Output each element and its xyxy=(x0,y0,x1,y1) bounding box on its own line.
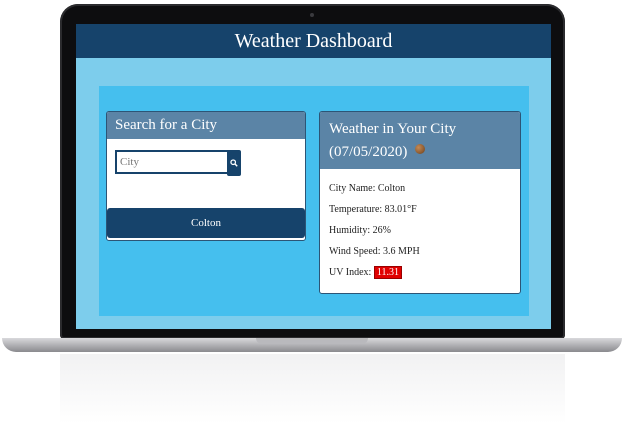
app-title: Weather Dashboard xyxy=(234,30,393,52)
search-card-header: Search for a City xyxy=(107,112,305,139)
humidity-text: Humidity: 26% xyxy=(329,225,391,236)
search-row xyxy=(115,150,241,176)
search-icon xyxy=(230,159,238,167)
weather-date: (07/05/2020) xyxy=(329,144,408,160)
laptop-screen: Weather Dashboard Search for a City Colt… xyxy=(76,24,551,329)
uv-index-badge: 11.31 xyxy=(373,266,402,279)
temperature-text: Temperature: 83.01°F xyxy=(329,204,417,215)
weather-details: City Name: Colton Temperature: 83.01°F H… xyxy=(320,169,520,288)
uv-index-row: UV Index: 11.31 xyxy=(329,266,520,288)
laptop-reflection xyxy=(60,354,565,424)
history-city-label: Colton xyxy=(191,217,221,229)
weather-card-title: Weather in Your City xyxy=(329,121,457,137)
wind-speed-text: Wind Speed: 3.6 MPH xyxy=(329,246,420,257)
uv-index-label: UV Index: xyxy=(329,267,374,278)
weather-card: Weather in Your City (07/05/2020) City N… xyxy=(319,111,521,294)
app-header: Weather Dashboard xyxy=(76,24,551,58)
city-search-input[interactable] xyxy=(115,150,231,174)
weather-card-header: Weather in Your City (07/05/2020) xyxy=(320,112,520,169)
search-card: Search for a City Colton xyxy=(106,111,306,241)
laptop-base-notch xyxy=(256,338,368,344)
weather-condition-icon xyxy=(415,144,426,154)
search-card-title: Search for a City xyxy=(115,117,218,133)
webcam-icon xyxy=(310,13,314,17)
history-city-button[interactable]: Colton xyxy=(107,208,305,238)
search-button[interactable] xyxy=(227,150,241,176)
city-name-text: City Name: Colton xyxy=(329,183,406,194)
dashboard-content: Search for a City Colton Weather in Your… xyxy=(99,86,529,316)
